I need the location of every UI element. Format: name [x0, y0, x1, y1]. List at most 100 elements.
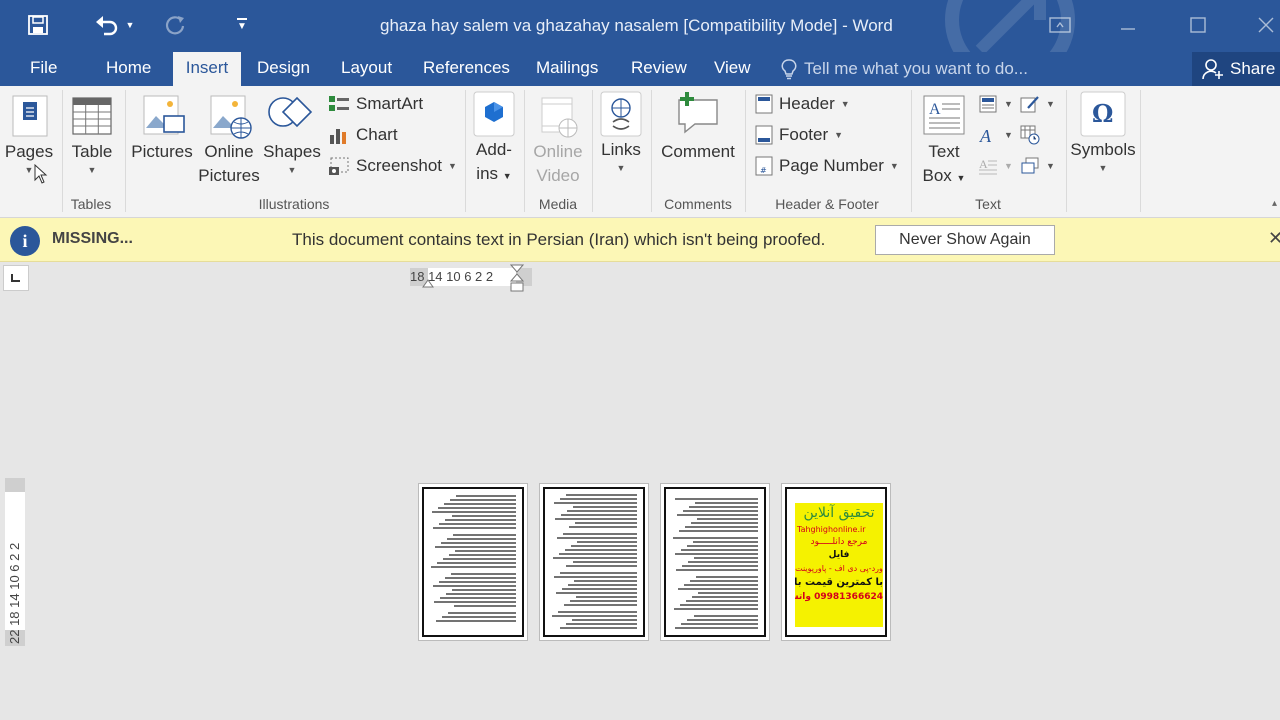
close-button[interactable] [1246, 8, 1280, 42]
chevron-down-icon: ▼ [840, 99, 850, 109]
left-tab-icon [11, 274, 20, 282]
object-button[interactable]: ▼ [1020, 156, 1055, 176]
page-number-label: Page Number [779, 156, 884, 175]
close-icon [1258, 17, 1274, 33]
header-icon [755, 94, 773, 114]
online-pictures-button[interactable]: Online Pictures [196, 90, 262, 188]
text-line [447, 538, 516, 540]
text-line [676, 569, 758, 571]
tab-review[interactable]: Review [621, 52, 697, 86]
page-number-button[interactable]: # Page Number ▼ [755, 156, 899, 176]
tab-view[interactable]: View [704, 52, 761, 86]
chevron-down-icon: ▼ [1004, 161, 1013, 171]
online-pictures-label-2: Pictures [198, 166, 260, 185]
page-thumbnail[interactable] [539, 483, 649, 641]
tab-mailings[interactable]: Mailings [526, 52, 608, 86]
chart-button[interactable]: Chart [328, 125, 398, 145]
text-line [558, 553, 637, 555]
text-line [697, 592, 758, 594]
table-label: Table [71, 142, 113, 161]
add-ins-button[interactable]: Add- ins ▼ [470, 90, 518, 188]
save-button[interactable] [22, 10, 54, 40]
vertical-ruler[interactable]: 22 18 14 10 6 2 2 [5, 478, 25, 646]
smartart-button[interactable]: SmartArt [328, 94, 423, 114]
maximize-button[interactable] [1178, 8, 1218, 42]
header-button[interactable]: Header ▼ [755, 94, 850, 114]
drop-cap-button[interactable]: A ▼ [978, 156, 1013, 176]
drop-cap-icon: A [979, 157, 997, 175]
text-line [435, 546, 516, 548]
text-line [672, 537, 758, 539]
customize-icon: ▼ [237, 18, 247, 32]
message-text: This document contains text in Persian (… [292, 230, 826, 249]
symbols-button[interactable]: Ω Symbols ▼ [1068, 90, 1138, 174]
online-video-icon [541, 97, 578, 138]
smartart-label: SmartArt [356, 94, 424, 113]
page-number-icon: # [755, 156, 773, 176]
links-button[interactable]: Links ▼ [596, 90, 646, 174]
group-tables-label: Tables [70, 196, 112, 212]
date-time-button[interactable] [1020, 125, 1040, 145]
minimize-button[interactable] [1108, 8, 1148, 42]
tab-references[interactable]: References [413, 52, 520, 86]
online-video-button[interactable]: Online Video [528, 90, 588, 188]
page-thumbnail[interactable] [418, 483, 528, 641]
add-ins-label-1: Add- [476, 140, 512, 159]
signature-line-button[interactable]: ▼ [1020, 94, 1055, 114]
text-line [570, 545, 637, 547]
customize-qat-button[interactable]: ▼ [230, 10, 254, 40]
right-indent-marker[interactable] [510, 264, 524, 294]
text-line [432, 585, 516, 587]
text-line [681, 623, 758, 625]
ribbon-display-options-button[interactable] [1040, 8, 1080, 42]
redo-button[interactable] [160, 10, 190, 40]
screenshot-label: Screenshot [356, 156, 442, 175]
tab-insert[interactable]: Insert [173, 52, 241, 86]
text-line [576, 541, 637, 543]
hanging-indent-marker[interactable] [422, 278, 434, 288]
svg-text:Ω: Ω [1092, 99, 1113, 128]
page-thumbnail[interactable] [660, 483, 770, 641]
online-video-label-2: Video [536, 166, 580, 185]
tell-me-box[interactable]: Tell me what you want to do... [780, 52, 1028, 86]
page-text-lines [672, 498, 758, 631]
undo-icon [95, 16, 117, 36]
text-line [678, 530, 758, 532]
links-label: Links [601, 140, 641, 159]
close-message-button[interactable]: ✕ [1268, 228, 1280, 249]
tab-file[interactable]: File [20, 52, 67, 86]
collapse-ribbon-button[interactable]: ▴ [1272, 198, 1277, 209]
svg-text:A: A [979, 126, 992, 145]
tab-selector[interactable] [3, 265, 29, 291]
quick-parts-button[interactable]: ▼ [978, 94, 1013, 114]
text-line [673, 608, 758, 610]
screenshot-button[interactable]: Screenshot ▼ [328, 156, 457, 176]
message-bar: i MISSING... This document contains text… [0, 218, 1280, 262]
ad-phone: 09981366624 واتساپ [795, 592, 883, 602]
tab-home[interactable]: Home [96, 52, 161, 86]
ad-line-4: با کمترین قیمت بازار [795, 577, 883, 588]
footer-button[interactable]: Footer ▼ [755, 125, 843, 145]
tab-design[interactable]: Design [247, 52, 320, 86]
group-media-label: Media [538, 196, 578, 212]
text-line [557, 611, 637, 613]
share-button[interactable]: Share [1192, 52, 1280, 86]
text-line [677, 514, 758, 516]
ad-line-1: مرجع دانلـــــود [810, 537, 868, 547]
comment-button[interactable]: Comment [656, 90, 740, 164]
page-thumbnail-ad[interactable]: تحقیق آنلاین Tahghighonline.ir مرجع دانل… [781, 483, 891, 641]
table-button[interactable]: Table ▼ [66, 90, 118, 176]
comment-icon [678, 92, 718, 134]
pictures-button[interactable]: Pictures [130, 90, 194, 164]
wordart-button[interactable]: A ▼ [978, 125, 1013, 145]
header-label: Header [779, 94, 835, 113]
tab-layout[interactable]: Layout [331, 52, 402, 86]
horizontal-ruler[interactable]: 18 14 10 6 2 2 [410, 264, 532, 292]
undo-button[interactable]: ▼ [88, 10, 140, 40]
text-box-button[interactable]: A Text Box ▼ [916, 90, 972, 190]
never-show-again-button[interactable]: Never Show Again [875, 225, 1055, 255]
share-label: Share [1230, 59, 1276, 78]
text-line [430, 566, 516, 568]
text-line [448, 554, 516, 556]
shapes-button[interactable]: Shapes ▼ [262, 90, 322, 176]
